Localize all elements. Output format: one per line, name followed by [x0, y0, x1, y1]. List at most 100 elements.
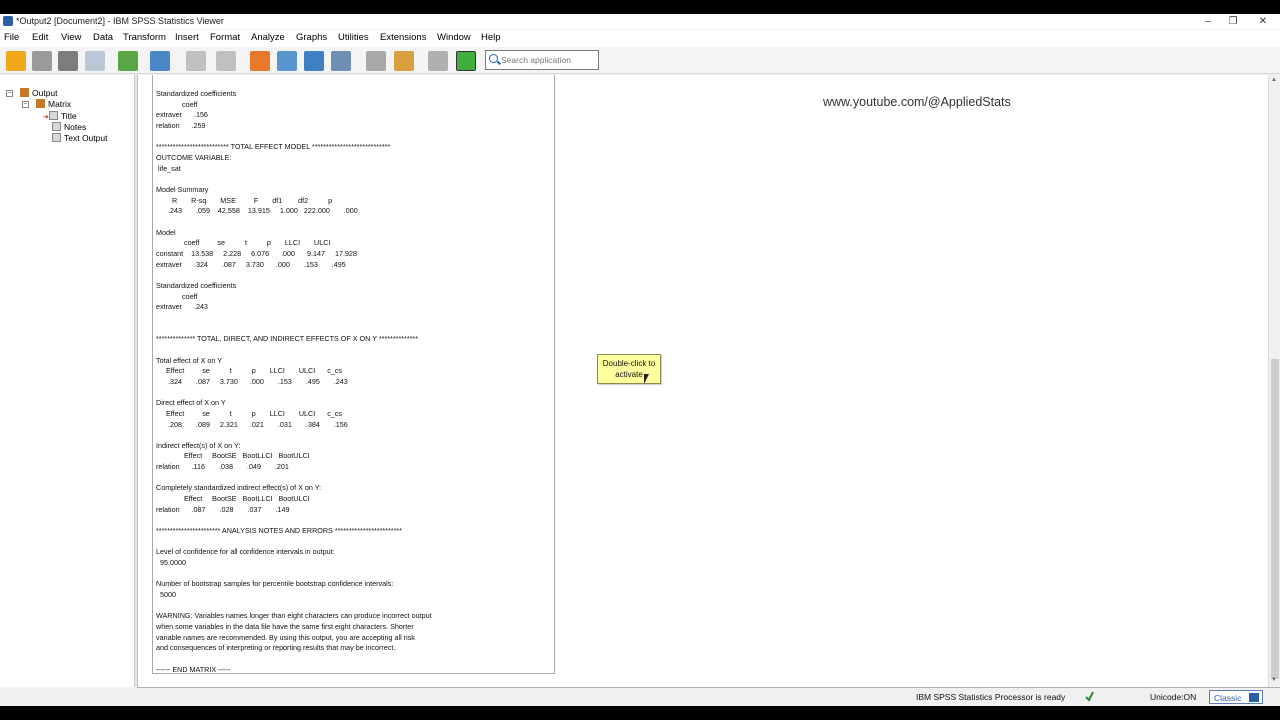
menu-window[interactable]: Window	[437, 32, 471, 43]
menu-insert[interactable]: Insert	[175, 32, 199, 43]
outline-label-output: Output	[32, 88, 58, 98]
output-line: *********************** ANALYSIS NOTES A…	[156, 526, 402, 536]
menu-data[interactable]: Data	[93, 32, 113, 43]
vertical-scrollbar[interactable]: ▲ ▼	[1268, 75, 1280, 687]
content-bottom-border	[137, 687, 1280, 688]
mouse-cursor-icon	[644, 374, 654, 384]
output-line: life_sat	[156, 163, 181, 173]
output-line: relation .259	[156, 121, 206, 130]
scroll-up-arrow-icon[interactable]: ▲	[1271, 77, 1277, 83]
spss-app-icon	[3, 16, 13, 26]
collapse-output-toggle[interactable]: –	[6, 90, 13, 97]
designate-window-icon[interactable]	[331, 51, 351, 71]
output-line: Model	[156, 227, 176, 237]
undo-icon[interactable]	[186, 51, 206, 71]
menu-edit[interactable]: Edit	[32, 32, 48, 43]
outline-node-output[interactable]: Output	[20, 88, 58, 98]
channel-watermark: www.youtube.com/@AppliedStats	[823, 95, 1011, 109]
search-application-input[interactable]: Search application	[485, 50, 599, 70]
output-line: and consequences of interpreting or repo…	[156, 643, 396, 653]
show-hide-icon[interactable]	[428, 51, 448, 71]
menu-utilities[interactable]: Utilities	[338, 32, 369, 43]
outline-label-text-output: Text Output	[64, 133, 108, 143]
search-placeholder: Search application	[501, 55, 571, 65]
demote-icon[interactable]	[394, 51, 414, 71]
output-line: Level of confidence for all confidence i…	[156, 547, 335, 557]
output-line: Number of bootstrap samples for percenti…	[156, 579, 394, 589]
menu-analyze[interactable]: Analyze	[251, 32, 285, 43]
export-icon[interactable]	[118, 51, 138, 71]
output-line: 5000	[156, 590, 176, 599]
open-folder-icon[interactable]	[6, 51, 26, 71]
outline-node-title[interactable]: ➜ Title	[43, 111, 77, 121]
output-line: extraver .156	[156, 110, 208, 120]
title-doc-icon	[48, 111, 58, 120]
title-bar: *Output2 [Document2] - IBM SPSS Statisti…	[0, 14, 1280, 29]
window-title: *Output2 [Document2] - IBM SPSS Statisti…	[16, 16, 224, 26]
menu-extensions[interactable]: Extensions	[380, 32, 426, 43]
output-line: constant 13.538 2.228 6.076 .000 9.147 1…	[156, 248, 357, 258]
output-line: coeff	[156, 291, 198, 301]
goto-data-icon[interactable]	[250, 51, 270, 71]
save-icon[interactable]	[32, 51, 52, 71]
menu-view[interactable]: View	[61, 32, 81, 43]
menu-format[interactable]: Format	[210, 32, 240, 43]
status-bar: IBM SPSS Statistics Processor is ready U…	[0, 689, 1280, 706]
menu-help[interactable]: Help	[481, 32, 501, 43]
output-line: extraver .243	[156, 302, 208, 312]
output-line: relation .087 .028 .037 .149	[156, 504, 290, 514]
output-line: Effect BootSE BootLLCI BootULCI	[156, 494, 310, 504]
insert-output-icon[interactable]	[456, 51, 476, 71]
menu-file[interactable]: File	[4, 32, 19, 43]
matrix-book-icon	[36, 99, 45, 108]
outline-node-matrix[interactable]: Matrix	[36, 99, 71, 109]
print-icon[interactable]	[58, 51, 78, 71]
output-line: Effect se t p LLCI ULCI c_cs	[156, 366, 343, 376]
redo-icon[interactable]	[216, 51, 236, 71]
output-line: .324 .087 3.730 .000 .153 .495 .243	[156, 376, 348, 386]
output-line: coeff	[156, 99, 198, 109]
close-button[interactable]: ✕	[1248, 14, 1278, 29]
recall-dialog-icon[interactable]	[150, 51, 170, 71]
output-line: extraver .324 .087 3.730 .000 .153 .495	[156, 259, 346, 269]
search-icon	[489, 54, 498, 63]
outline-node-text-output[interactable]: Text Output	[52, 133, 107, 143]
classic-mode-button[interactable]: Classic	[1209, 690, 1263, 704]
processor-ready-check-icon	[1085, 691, 1094, 702]
menu-graphs[interactable]: Graphs	[296, 32, 327, 43]
menu-bar: File Edit View Data Transform Insert For…	[0, 30, 1280, 47]
toolbar: Search application	[0, 47, 1280, 74]
output-line: variable names are recommended. By using…	[156, 632, 415, 642]
goto-case-icon[interactable]	[277, 51, 297, 71]
collapse-matrix-toggle[interactable]: –	[22, 101, 29, 108]
spss-viewer-window: *Output2 [Document2] - IBM SPSS Statisti…	[0, 14, 1280, 706]
output-line: Completely standardized indirect effect(…	[156, 483, 322, 493]
promote-icon[interactable]	[366, 51, 386, 71]
scroll-down-arrow-icon[interactable]: ▼	[1271, 677, 1277, 683]
output-line: .208 .089 2.321 .021 .031 .384 .156	[156, 419, 348, 429]
output-line: Effect se t p LLCI ULCI c_cs	[156, 408, 343, 418]
output-line: .243 .059 42.558 13.915 1.000 222.000 .0…	[156, 206, 358, 216]
outline-label-notes: Notes	[64, 122, 87, 132]
output-line: when some variables in the data file hav…	[156, 622, 414, 631]
output-line: Total effect of X on Y	[156, 355, 223, 365]
output-line: coeff se t p LLCI ULCI	[156, 238, 331, 248]
output-content-pane: Standardized coefficients coeff extraver …	[137, 75, 1268, 687]
tooltip-line-2: activate	[615, 370, 643, 379]
scrollbar-thumb[interactable]	[1271, 359, 1279, 679]
outline-label-title: Title	[60, 111, 77, 121]
output-line: OUTCOME VARIABLE:	[156, 153, 232, 162]
restore-button[interactable]: ❐	[1218, 14, 1248, 29]
classic-mode-icon	[1249, 693, 1259, 702]
text-output-doc-icon	[52, 133, 61, 142]
outline-node-notes[interactable]: Notes	[52, 122, 86, 132]
variables-icon[interactable]	[304, 51, 324, 71]
output-line: ************** TOTAL, DIRECT, AND INDIRE…	[156, 334, 419, 344]
menu-transform[interactable]: Transform	[123, 32, 166, 43]
outline-pane: – Output – Matrix ➜ Title Notes Text Outp…	[0, 75, 134, 687]
output-line: Effect BootSE BootLLCI BootULCI	[156, 451, 310, 461]
print-preview-icon[interactable]	[85, 51, 105, 71]
output-line: Direct effect of X on Y	[156, 398, 226, 408]
output-book-icon	[20, 88, 29, 97]
outline-label-matrix: Matrix	[48, 99, 72, 109]
